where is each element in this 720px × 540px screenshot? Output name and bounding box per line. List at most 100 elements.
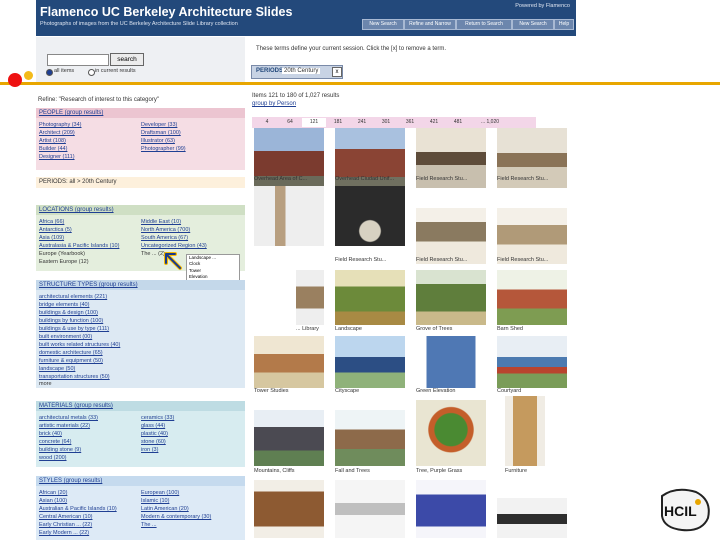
result-thumbnail[interactable]: [497, 270, 567, 325]
location-item[interactable]: South America (67): [141, 235, 188, 241]
page-tab-current[interactable]: 121: [302, 118, 326, 127]
material-item[interactable]: artistic materials (22): [39, 423, 90, 429]
result-thumbnail[interactable]: [416, 270, 486, 325]
result-caption[interactable]: Tower Studies: [254, 388, 289, 394]
people-item[interactable]: Builder (44): [39, 146, 67, 152]
result-thumbnail[interactable]: [416, 480, 486, 538]
structure-item[interactable]: built environment (00): [39, 334, 92, 340]
result-caption[interactable]: Field Research Stu...: [497, 257, 548, 263]
periods-breadcrumb[interactable]: PERIODS: all > 20th Century: [39, 179, 117, 185]
structure-item[interactable]: built works related structures (40): [39, 342, 120, 348]
people-title[interactable]: PEOPLE (group results): [36, 108, 245, 118]
result-caption[interactable]: Furniture: [505, 468, 527, 474]
structure-item[interactable]: bridge elements (40): [39, 302, 89, 308]
people-item[interactable]: Architect (209): [39, 130, 75, 136]
radio-current[interactable]: [88, 69, 95, 76]
result-thumbnail[interactable]: [335, 336, 405, 388]
result-thumbnail[interactable]: [296, 270, 324, 325]
style-item[interactable]: Modern & contemporary (30): [141, 514, 211, 520]
result-caption[interactable]: Field Research Stu...: [497, 176, 548, 182]
result-thumbnail[interactable]: [505, 396, 545, 466]
result-caption[interactable]: Green Elevation: [416, 388, 455, 394]
result-caption[interactable]: Field Research Stu...: [416, 176, 467, 182]
location-item[interactable]: Antarctica (5): [39, 227, 72, 233]
nav-return[interactable]: Return to Search: [456, 19, 512, 30]
result-caption[interactable]: Fall and Trees: [335, 468, 370, 474]
page-tab[interactable]: 181: [326, 118, 350, 127]
location-item[interactable]: Africa (66): [39, 219, 64, 225]
people-item[interactable]: Designer (111): [39, 154, 75, 160]
people-item[interactable]: Illustrator (63): [141, 138, 175, 144]
result-thumbnail[interactable]: [254, 480, 324, 538]
location-item[interactable]: Australasia & Pacific Islands (10): [39, 243, 119, 249]
result-caption[interactable]: Courtyard: [497, 388, 521, 394]
structure-item[interactable]: buildings by function (100): [39, 318, 103, 324]
nav-new-search-2[interactable]: New Search: [512, 19, 554, 30]
style-item[interactable]: Latin American (20): [141, 506, 189, 512]
material-item[interactable]: ceramics (33): [141, 415, 174, 421]
result-caption[interactable]: Grove of Trees: [416, 326, 452, 332]
material-item[interactable]: plastic (40): [141, 431, 168, 437]
result-thumbnail[interactable]: [416, 400, 486, 466]
result-caption[interactable]: Cityscape: [335, 388, 359, 394]
result-caption[interactable]: Landscape: [335, 326, 362, 332]
result-thumbnail[interactable]: [335, 270, 405, 325]
page-tab[interactable]: 4: [256, 118, 278, 127]
result-caption[interactable]: Tree, Purple Grass: [416, 468, 462, 474]
structure-item[interactable]: transportation structures (50): [39, 374, 110, 380]
result-thumbnail[interactable]: [497, 336, 567, 388]
material-item[interactable]: stone (60): [141, 439, 166, 445]
location-item[interactable]: Middle East (10): [141, 219, 181, 225]
search-input[interactable]: [47, 54, 109, 66]
result-caption[interactable]: Field Research Stu...: [416, 257, 467, 263]
radio-all[interactable]: [46, 69, 53, 76]
result-thumbnail[interactable]: [416, 208, 486, 264]
result-caption[interactable]: Field Research Stu...: [335, 257, 386, 263]
result-thumbnail[interactable]: [254, 186, 324, 246]
search-button[interactable]: search: [110, 53, 144, 66]
structure-item[interactable]: buildings & use by type (111): [39, 326, 109, 332]
location-item[interactable]: Eastern Europe (12): [39, 259, 89, 265]
result-thumbnail[interactable]: [254, 410, 324, 466]
material-item[interactable]: iron (3): [141, 447, 158, 453]
page-tab[interactable]: 301: [374, 118, 398, 127]
people-item[interactable]: Artist (108): [39, 138, 66, 144]
page-tab[interactable]: 421: [422, 118, 446, 127]
material-item[interactable]: concrete (64): [39, 439, 71, 445]
material-item[interactable]: building stone (9): [39, 447, 81, 453]
structure-item[interactable]: architectural elements (221): [39, 294, 107, 300]
style-item[interactable]: Australian & Pacific Islands (10): [39, 506, 117, 512]
result-caption[interactable]: Overhead Area of C...: [254, 176, 307, 182]
style-item[interactable]: European (100): [141, 490, 179, 496]
material-item[interactable]: brick (40): [39, 431, 62, 437]
page-tab[interactable]: 361: [398, 118, 422, 127]
locations-title[interactable]: LOCATIONS (group results): [36, 205, 245, 215]
people-item[interactable]: Photography (34): [39, 122, 82, 128]
result-thumbnail[interactable]: [254, 336, 324, 388]
result-thumbnail[interactable]: [335, 410, 405, 466]
people-item[interactable]: Draftsman (100): [141, 130, 181, 136]
result-thumbnail[interactable]: [497, 498, 567, 538]
style-item[interactable]: Asian (100): [39, 498, 67, 504]
style-item[interactable]: Islamic (10): [141, 498, 169, 504]
nav-help[interactable]: Help: [554, 19, 574, 30]
result-caption[interactable]: Barn Shed: [497, 326, 523, 332]
structure-item[interactable]: domestic architecture (65): [39, 350, 103, 356]
location-item[interactable]: Europe (Yearbook): [39, 251, 85, 257]
style-item[interactable]: African (20): [39, 490, 67, 496]
result-thumbnail[interactable]: [335, 480, 405, 538]
people-item[interactable]: Developer (33): [141, 122, 177, 128]
structure-more[interactable]: more: [39, 381, 52, 387]
nav-refine[interactable]: Refine and Narrow: [404, 19, 456, 30]
result-thumbnail[interactable]: [497, 208, 567, 264]
group-by-link[interactable]: group by Person: [252, 101, 296, 107]
material-item[interactable]: architectural metals (33): [39, 415, 98, 421]
location-item[interactable]: Asia (109): [39, 235, 64, 241]
style-item[interactable]: Central American (10): [39, 514, 93, 520]
structure-item[interactable]: buildings & design (100): [39, 310, 98, 316]
structure-item[interactable]: landscape (50): [39, 366, 75, 372]
result-caption[interactable]: Mountains, Cliffs: [254, 468, 295, 474]
page-tab[interactable]: 481: [446, 118, 470, 127]
page-tab[interactable]: 64: [278, 118, 302, 127]
location-item[interactable]: North America (700): [141, 227, 190, 233]
